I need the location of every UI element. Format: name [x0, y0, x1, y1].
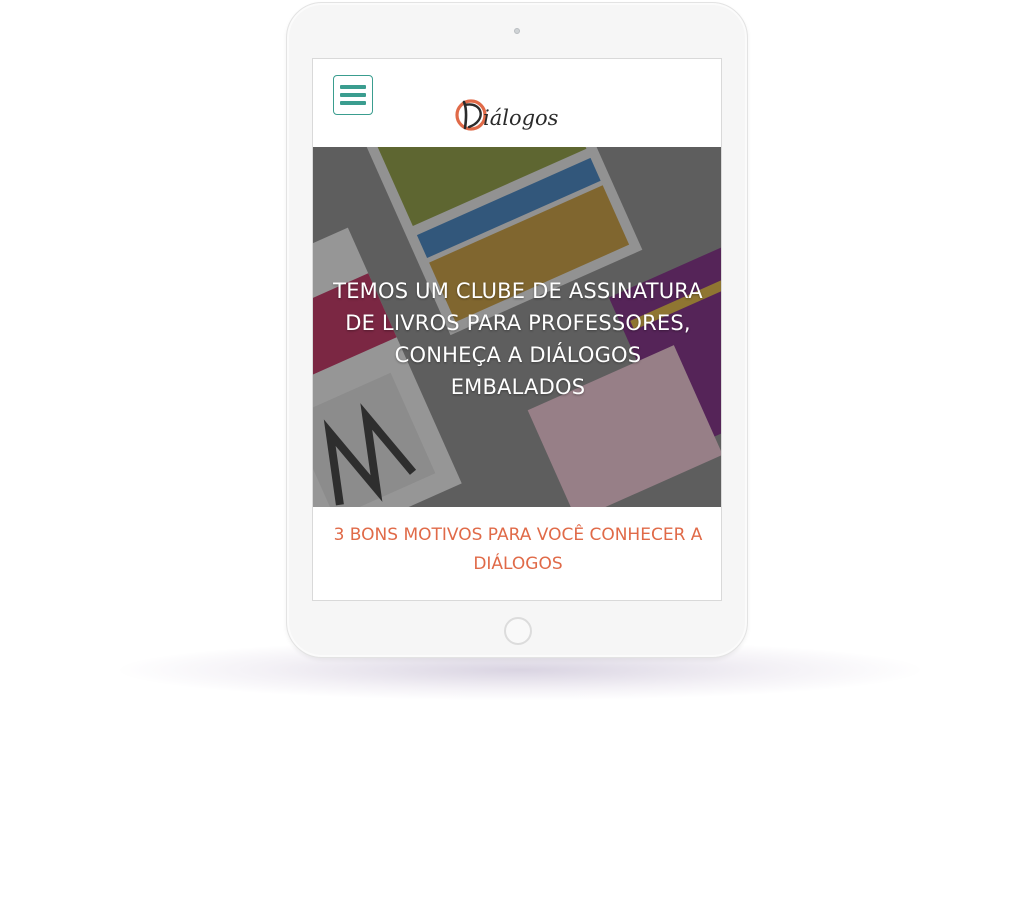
menu-bar [340, 85, 366, 89]
hamburger-menu-icon[interactable] [333, 75, 373, 115]
section-title: 3 BONS MOTIVOS PARA VOCÊ CONHECER A DIÁL… [333, 525, 703, 574]
logo-mark: iálogos [455, 99, 559, 131]
tablet-screen: iálogos TEMOS UM CLUBE DE ASSINATURA DE … [312, 58, 722, 601]
menu-bar [340, 101, 366, 105]
home-button-icon[interactable] [504, 617, 532, 645]
hero-headline: TEMOS UM CLUBE DE ASSINATURA DE LIVROS P… [333, 279, 703, 399]
brand-logo[interactable]: iálogos [453, 91, 578, 139]
hero-banner[interactable]: TEMOS UM CLUBE DE ASSINATURA DE LIVROS P… [313, 147, 721, 507]
svg-text:iálogos: iálogos [483, 106, 559, 130]
camera-icon [514, 28, 520, 34]
menu-bar [340, 93, 366, 97]
